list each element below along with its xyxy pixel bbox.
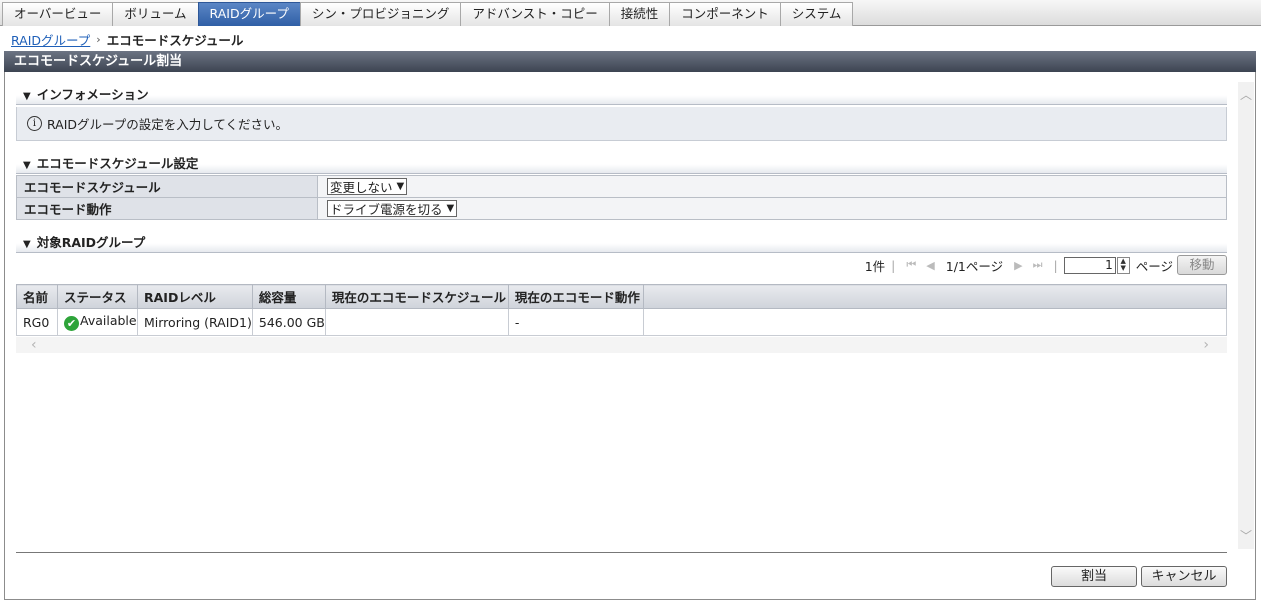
cell-capacity: 546.00 GB [251,308,326,336]
tab-raid-group[interactable]: RAIDグループ [197,2,301,26]
cell-current-action: - [507,308,644,336]
table-row[interactable]: RG0 ✔ Available Mirroring (RAID1) 546.00 … [16,308,1228,336]
scroll-up-icon[interactable]: ︿ [1238,86,1254,104]
info-section-header[interactable]: ▼ インフォメーション [16,85,1227,105]
breadcrumb-separator: › [96,32,101,46]
eco-action-label: エコモード動作 [16,197,318,220]
main-panel: ︿ ﹀ ▼ インフォメーション i RAIDグループの設定を入力してください。 ▼… [4,72,1256,600]
breadcrumb-current: エコモードスケジュール [106,32,244,48]
settings-form: エコモードスケジュール 変更しない ▼ エコモード動作 ドライブ電源を切る ▼ [16,175,1227,220]
form-row: エコモードスケジュール 変更しない ▼ [16,175,1227,198]
info-message: RAIDグループの設定を入力してください。 [47,117,289,132]
eco-schedule-label: エコモードスケジュール [16,175,318,198]
info-section-title: インフォメーション [36,87,149,102]
cancel-button[interactable]: キャンセル [1141,566,1227,587]
cell-filler [642,308,1228,336]
scroll-right-icon[interactable]: › [1203,337,1209,353]
next-page-icon[interactable]: ▶ [1014,259,1022,272]
eco-action-value: ドライブ電源を切る [330,202,443,217]
collapse-triangle-icon: ▼ [23,160,31,171]
raid-group-table: 名前 ステータス RAIDレベル 総容量 現在のエコモードスケジュール 現在のエ… [16,284,1228,336]
target-section-header[interactable]: ▼ 対象RAIDグループ [16,233,1227,253]
column-header-current-action[interactable]: 現在のエコモード動作 [507,284,644,309]
form-row: エコモード動作 ドライブ電源を切る ▼ [16,197,1227,220]
scroll-down-icon[interactable]: ﹀ [1238,527,1254,545]
cell-status: ✔ Available [57,308,138,336]
first-page-icon[interactable]: ⏮ [906,258,916,272]
chevron-down-icon: ▼ [446,203,455,214]
column-header-current-schedule[interactable]: 現在のエコモードスケジュール [324,284,509,309]
check-circle-icon: ✔ [64,316,79,331]
target-section-title: 対象RAIDグループ [36,235,146,250]
eco-action-select[interactable]: ドライブ電源を切る ▼ [327,200,458,217]
tab-thin-provisioning[interactable]: シン・プロビジョニング [299,2,462,26]
chevron-down-icon: ▼ [396,181,405,192]
page-number-input[interactable]: 1 [1063,256,1116,274]
cell-current-schedule [324,308,509,336]
column-header-capacity[interactable]: 総容量 [251,284,326,309]
table-header-row: 名前 ステータス RAIDレベル 総容量 現在のエコモードスケジュール 現在のエ… [16,284,1228,309]
prev-page-icon[interactable]: ◀ [926,259,934,272]
last-page-icon[interactable]: ⏭ [1033,258,1043,272]
tab-system[interactable]: システム [779,2,854,26]
tab-connectivity[interactable]: 接続性 [608,2,671,26]
cell-raid-level: Mirroring (RAID1) [137,308,253,336]
top-tab-bar: オーバービュー ボリューム RAIDグループ シン・プロビジョニング アドバンス… [0,0,1261,26]
settings-section-header[interactable]: ▼ エコモードスケジュール設定 [16,154,1227,174]
footer-divider [16,552,1227,553]
eco-schedule-select[interactable]: 変更しない ▼ [327,178,408,195]
tab-advanced-copy[interactable]: アドバンスト・コピー [460,2,610,26]
tab-volume[interactable]: ボリューム [112,2,199,26]
eco-schedule-value: 変更しない [330,180,393,195]
assign-button[interactable]: 割当 [1051,566,1137,587]
settings-section-title: エコモードスケジュール設定 [36,156,199,171]
page-label: ページ [1135,258,1173,274]
column-header-filler [642,284,1228,309]
cell-name: RG0 [16,308,58,336]
tab-overview[interactable]: オーバービュー [2,2,114,26]
column-header-status[interactable]: ステータス [57,284,138,309]
scroll-left-icon[interactable]: ‹ [31,337,37,353]
pager: 1件 | ⏮ ◀ 1/1ページ ▶ ⏭ | 1 ▲ ▼ ページ 移動 [865,254,1227,276]
tab-component[interactable]: コンポーネント [669,2,781,26]
vertical-scrollbar[interactable]: ︿ ﹀ [1238,82,1254,549]
page-spinner[interactable]: ▲ ▼ [1116,256,1130,274]
page-title: エコモードスケジュール割当 [4,51,1256,72]
breadcrumb: RAIDグループ › エコモードスケジュール [11,30,243,48]
column-header-name[interactable]: 名前 [16,284,58,309]
info-icon: i [27,116,42,131]
breadcrumb-raid-group-link[interactable]: RAIDグループ [11,30,90,49]
collapse-triangle-icon: ▼ [23,91,31,102]
divider: | [891,257,896,273]
move-button[interactable]: 移動 [1177,255,1227,275]
collapse-triangle-icon: ▼ [23,239,31,250]
item-count: 1件 [864,258,886,274]
column-header-raid-level[interactable]: RAIDレベル [137,284,253,309]
page-info: 1/1ページ [945,258,1004,274]
horizontal-scrollbar[interactable]: ‹ › [16,337,1227,353]
divider: | [1053,257,1058,273]
spin-down-icon[interactable]: ▼ [1118,265,1129,273]
info-message-box: i RAIDグループの設定を入力してください。 [16,107,1227,141]
status-text: Available [80,313,137,328]
